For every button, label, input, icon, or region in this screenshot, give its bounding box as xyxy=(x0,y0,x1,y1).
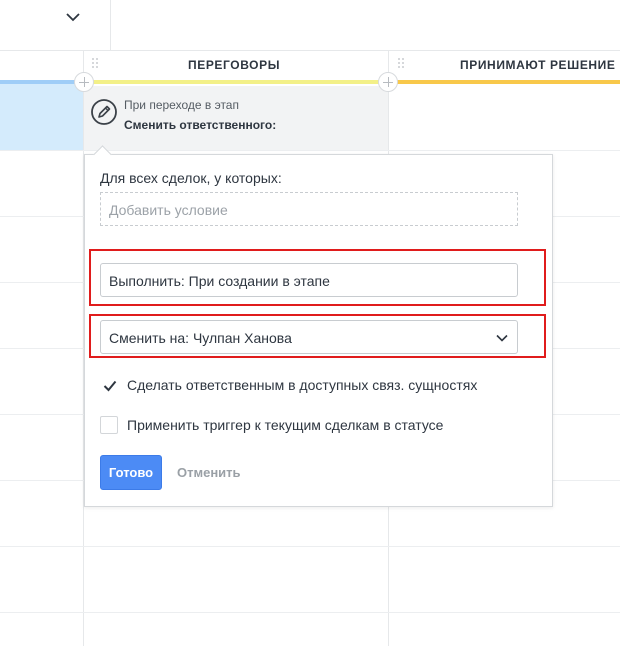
checkbox-apply-current-label: Применить триггер к текущим сделкам в ст… xyxy=(127,417,444,433)
column-color-bar xyxy=(389,80,620,84)
drag-handle-icon[interactable] xyxy=(92,58,100,70)
header-divider xyxy=(110,0,111,50)
checkbox-related-entities[interactable] xyxy=(100,376,118,394)
condition-label: Для всех сделок, у которых: xyxy=(100,170,282,186)
execute-when-field[interactable]: Выполнить: При создании в этапе xyxy=(100,263,518,297)
row-line xyxy=(0,612,620,613)
trigger-subtitle: При переходе в этап xyxy=(124,98,239,112)
drag-handle-icon[interactable] xyxy=(398,58,406,70)
cancel-button[interactable]: Отменить xyxy=(177,465,241,480)
trigger-action: Сменить ответственного: xyxy=(124,118,277,132)
row-line xyxy=(0,150,620,151)
checkbox-related-entities-label: Сделать ответственным в доступных связ. … xyxy=(127,377,478,393)
checkmark-icon xyxy=(103,380,117,392)
selected-cell[interactable] xyxy=(0,84,83,150)
column-title-decision: ПРИНИМАЮТ РЕШЕНИЕ xyxy=(460,58,616,72)
row-line xyxy=(0,546,620,547)
add-condition-field[interactable]: Добавить условие xyxy=(100,192,518,226)
edit-icon xyxy=(90,98,118,126)
column-color-bar xyxy=(84,80,388,84)
change-responsible-value: Сменить на: Чулпан Ханова xyxy=(109,330,292,346)
done-button[interactable]: Готово xyxy=(100,455,162,490)
trigger-card[interactable]: При переходе в этап Сменить ответственно… xyxy=(84,86,388,150)
column-title-negotiations: ПЕРЕГОВОРЫ xyxy=(188,58,281,72)
checkbox-apply-current[interactable] xyxy=(100,416,118,434)
change-responsible-select[interactable]: Сменить на: Чулпан Ханова xyxy=(100,320,518,354)
add-trigger-plus-icon[interactable] xyxy=(74,72,94,92)
header-bottom-line xyxy=(0,50,620,51)
add-trigger-plus-icon[interactable] xyxy=(378,72,398,92)
chevron-down-icon[interactable] xyxy=(64,8,82,26)
chevron-down-icon[interactable] xyxy=(494,330,510,346)
